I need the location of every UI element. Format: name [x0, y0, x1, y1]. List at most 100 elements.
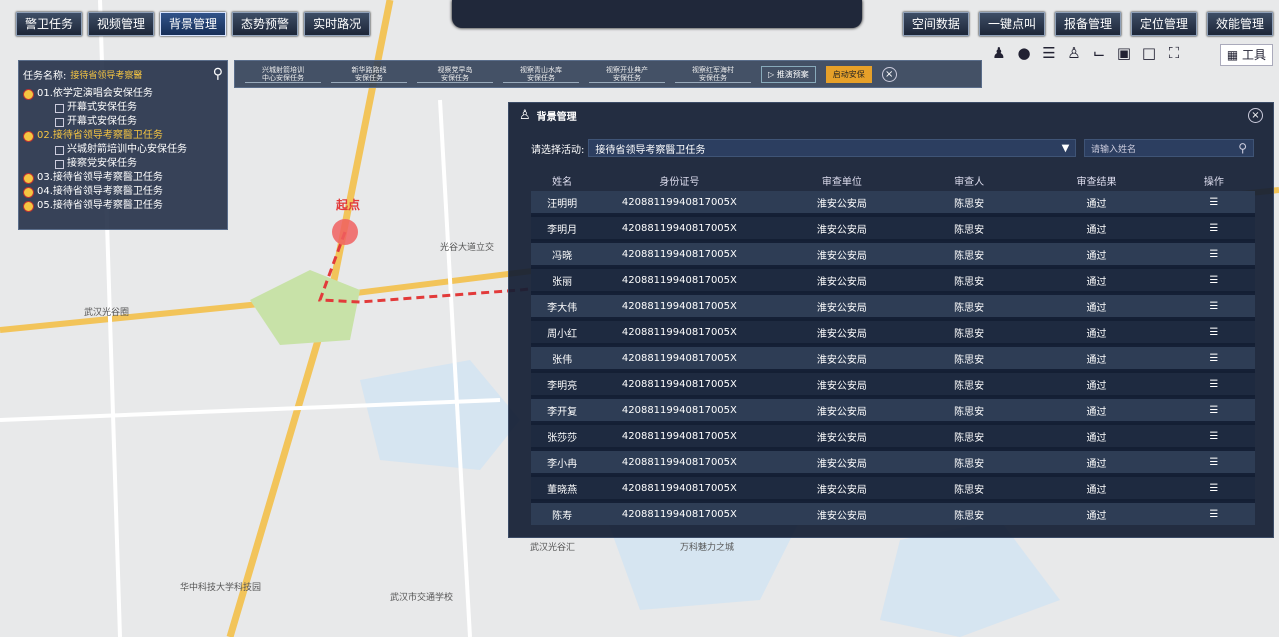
subtask-item[interactable]: 开幕式安保任务 [19, 115, 227, 129]
nav-performance[interactable]: 效能管理 [1206, 12, 1273, 36]
table-row[interactable]: 冯晓 42088119940817005X 淮安公安局 陈思安 通过 ☰ [531, 239, 1255, 267]
subtask-item[interactable]: 兴城射箭培训中心安保任务 [19, 143, 227, 157]
checkbox[interactable] [55, 159, 64, 169]
details-icon[interactable]: ☰ [1172, 317, 1255, 345]
table-cell: 陈寿 [531, 499, 594, 525]
task-item-label: 03.接待省领导考察醫卫任务 [37, 172, 163, 183]
table-cell: 李明月 [531, 213, 594, 241]
table-row[interactable]: 张丽 42088119940817005X 淮安公安局 陈思安 通过 ☰ [531, 265, 1255, 293]
details-icon[interactable]: ☰ [1172, 213, 1255, 241]
checkbox[interactable] [55, 103, 64, 113]
table-cell: 淮安公安局 [765, 395, 919, 423]
preview-plan-button[interactable]: ▷ 推演预案 [761, 65, 816, 83]
details-icon[interactable]: ☰ [1172, 291, 1255, 319]
chat-icon[interactable]: ● [1015, 44, 1033, 62]
search-icon[interactable]: ⚲ [213, 66, 223, 82]
task-list: 01.依学定演唱会安保任务 开幕式安保任务 开幕式安保任务 02.接待省领导考察… [19, 87, 227, 213]
table-cell: 通过 [1020, 343, 1173, 371]
route-step[interactable]: 兴城射箭培训 中心安保任务 [245, 66, 321, 83]
name-search-input[interactable]: 请输入姓名 ⚲ [1084, 139, 1254, 157]
task-marker-icon [23, 200, 34, 212]
task-item[interactable]: 01.依学定演唱会安保任务 [19, 87, 227, 101]
table-cell: 淮安公安局 [765, 421, 919, 449]
activity-select[interactable]: 接待省领导考察醫卫任务 ▼ [588, 139, 1077, 157]
nav-guard-tasks[interactable]: 警卫任务 [16, 12, 83, 36]
table-cell: 陈思安 [918, 447, 1021, 475]
details-icon[interactable]: ☰ [1172, 343, 1255, 371]
table-cell: 淮安公安局 [765, 369, 919, 397]
area-icon[interactable]: ▣ [1115, 44, 1133, 62]
column-header: 审查结果 [1076, 176, 1117, 188]
table-cell: 淮安公安局 [765, 213, 919, 241]
route-step[interactable]: 视察红军海村 安保任务 [675, 66, 751, 83]
nav-background[interactable]: 背景管理 [160, 12, 227, 36]
task-item-selected[interactable]: 02.接待省领导考察醫卫任务 [19, 129, 227, 143]
task-item[interactable]: 05.接待省领导考察醫卫任务 [19, 199, 227, 213]
details-icon[interactable]: ☰ [1172, 395, 1255, 423]
toolbox-icon: ▦ [1226, 48, 1239, 62]
nav-one-click[interactable]: 一键点叫 [978, 12, 1045, 36]
table-row[interactable]: 周小红 42088119940817005X 淮安公安局 陈思安 通过 ☰ [531, 317, 1255, 345]
details-icon[interactable]: ☰ [1172, 239, 1255, 267]
start-security-button[interactable]: 启动安保 [825, 65, 872, 83]
fullscreen-icon[interactable]: ⛶ [1165, 44, 1183, 62]
details-icon[interactable]: ☰ [1172, 265, 1255, 293]
column-header: 姓名 [552, 176, 573, 188]
task-item-label: 01.依学定演唱会安保任务 [37, 88, 153, 99]
nav-report[interactable]: 报备管理 [1054, 12, 1121, 36]
details-icon[interactable]: ☰ [1172, 369, 1255, 397]
table-row[interactable]: 陈寿 42088119940817005X 淮安公安局 陈思安 通过 ☰ [531, 499, 1255, 525]
route-step[interactable]: 新华路路线 安保任务 [331, 66, 407, 83]
details-icon[interactable]: ☰ [1172, 447, 1255, 475]
table-row[interactable]: 李明亮 42088119940817005X 淮安公安局 陈思安 通过 ☰ [531, 369, 1255, 397]
table-row[interactable]: 李小冉 42088119940817005X 淮安公安局 陈思安 通过 ☰ [531, 447, 1255, 475]
route-step[interactable]: 视察青山水库 安保任务 [503, 66, 579, 83]
table-cell: 董晓燕 [531, 473, 594, 501]
layers-icon[interactable]: ☰ [1040, 44, 1058, 62]
table-cell: 陈思安 [918, 265, 1021, 293]
task-search-row: 任务名称: 接待省领导考察醫 ⚲ [19, 61, 227, 87]
task-item[interactable]: 03.接待省领导考察醫卫任务 [19, 171, 227, 185]
table-row[interactable]: 李开复 42088119940817005X 淮安公安局 陈思安 通过 ☰ [531, 395, 1255, 423]
subtask-item[interactable]: 开幕式安保任务 [19, 101, 227, 115]
details-icon[interactable]: ☰ [1172, 421, 1255, 449]
table-row[interactable]: 张伟 42088119940817005X 淮安公安局 陈思安 通过 ☰ [531, 343, 1255, 371]
table-row[interactable]: 李大伟 42088119940817005X 淮安公安局 陈思安 通过 ☰ [531, 291, 1255, 319]
table-cell: 陈思安 [918, 191, 1021, 215]
ruler-icon[interactable]: ⌙ [1090, 44, 1108, 62]
checkbox[interactable] [55, 145, 64, 155]
table-row[interactable]: 张莎莎 42088119940817005X 淮安公安局 陈思安 通过 ☰ [531, 421, 1255, 449]
tools-button[interactable]: ▦ 工具 [1219, 44, 1273, 66]
table-row[interactable]: 汪明明 42088119940817005X 淮安公安局 陈思安 通过 ☰ [531, 191, 1255, 215]
details-icon[interactable]: ☰ [1172, 499, 1255, 525]
subtask-item[interactable]: 接察党安保任务 [19, 157, 227, 171]
details-icon[interactable]: ☰ [1172, 473, 1255, 501]
people-icon[interactable]: ♙ [1065, 44, 1083, 62]
nav-spatial[interactable]: 空间数据 [902, 12, 969, 36]
nav-location[interactable]: 定位管理 [1130, 12, 1197, 36]
person-icon[interactable]: ♟ [990, 44, 1008, 62]
table-cell: 42088119940817005X [593, 317, 766, 345]
nav-video[interactable]: 视频管理 [88, 12, 155, 36]
checkbox[interactable] [55, 117, 64, 127]
close-icon[interactable]: × [1248, 108, 1263, 123]
table-row[interactable]: 董晓燕 42088119940817005X 淮安公安局 陈思安 通过 ☰ [531, 473, 1255, 501]
trash-icon[interactable]: □ [1140, 44, 1158, 62]
table-cell: 张莎莎 [531, 421, 594, 449]
table-cell: 42088119940817005X [593, 265, 766, 293]
close-icon[interactable]: × [881, 66, 897, 82]
search-icon[interactable]: ⚲ [1238, 141, 1247, 155]
table-row[interactable]: 李明月 42088119940817005X 淮安公安局 陈思安 通过 ☰ [531, 213, 1255, 241]
nav-alert[interactable]: 态势预警 [232, 12, 299, 36]
table-cell: 淮安公安局 [765, 291, 919, 319]
task-item[interactable]: 04.接待省领导考察醫卫任务 [19, 185, 227, 199]
route-step[interactable]: 视察党早岛 安保任务 [417, 66, 493, 83]
table-cell: 通过 [1020, 291, 1173, 319]
table-cell: 陈思安 [918, 317, 1021, 345]
task-name-value[interactable]: 接待省领导考察醫 [70, 68, 208, 81]
table-cell: 42088119940817005X [593, 343, 766, 371]
nav-traffic[interactable]: 实时路况 [304, 12, 371, 36]
table-cell: 42088119940817005X [593, 191, 766, 215]
route-step[interactable]: 视察开业典产 安保任务 [589, 66, 665, 83]
details-icon[interactable]: ☰ [1172, 191, 1255, 215]
